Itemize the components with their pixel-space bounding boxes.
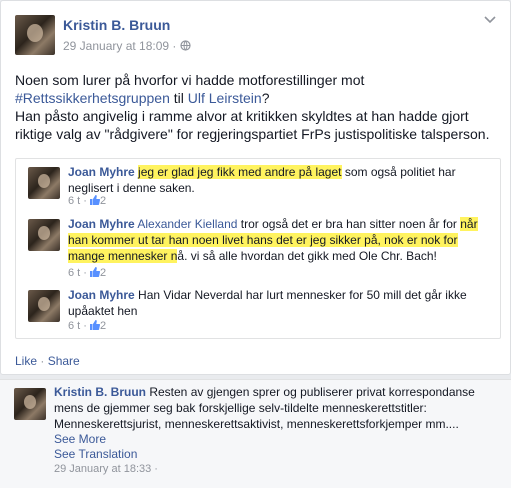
post-meta: 29 January at 18:09 · xyxy=(63,39,191,53)
question-mark: ? xyxy=(261,90,270,106)
post-actions: Like · Share xyxy=(15,354,80,368)
comment-text: Joan Myhre jeg er glad jeg fikk med andr… xyxy=(68,164,488,196)
post-line-2: #Rettssikkerhetsgruppen til Ulf Leirstei… xyxy=(15,89,501,107)
comment-text: Joan Myhre Alexander Kielland tror også … xyxy=(68,216,488,264)
comment-author[interactable]: Joan Myhre xyxy=(68,165,135,179)
comment-avatar[interactable] xyxy=(28,290,60,322)
post-line-1: Noen som lurer på hvorfor vi hadde motfo… xyxy=(15,72,365,88)
facebook-post: Kristin B. Bruun 29 January at 18:09 · N… xyxy=(0,0,511,375)
like-thumb-icon xyxy=(90,267,101,279)
like-count[interactable]: 2 xyxy=(100,195,106,207)
comment-time[interactable]: 6 t · xyxy=(68,320,87,332)
reply-comment: Kristin B. Bruun Resten av gjengen sprer… xyxy=(0,379,511,488)
chevron-down-icon[interactable] xyxy=(484,13,496,27)
comment-avatar[interactable] xyxy=(28,167,60,199)
comment-text-before: tror også det er bra han sitter noen år … xyxy=(237,217,461,231)
comment-time[interactable]: 6 t · xyxy=(68,267,87,279)
reply-author[interactable]: Kristin B. Bruun xyxy=(54,385,146,399)
mention-link[interactable]: Alexander Kielland xyxy=(137,217,237,231)
comments-section: Joan Myhre jeg er glad jeg fikk med andr… xyxy=(15,158,501,339)
meta-separator: · xyxy=(172,39,177,53)
like-thumb-icon xyxy=(90,195,101,207)
reply-avatar[interactable] xyxy=(14,388,46,420)
hashtag-link[interactable]: #Rettssikkerhetsgruppen xyxy=(15,90,170,106)
like-count[interactable]: 2 xyxy=(100,320,106,332)
comment-text: Joan Myhre Han Vidar Neverdal har lurt m… xyxy=(68,287,488,319)
see-translation-link[interactable]: See Translation xyxy=(54,447,137,461)
globe-icon xyxy=(180,39,191,53)
highlighted-text: jeg er glad jeg fikk med andre på laget xyxy=(138,165,342,179)
post-body: Noen som lurer på hvorfor vi hadde motfo… xyxy=(15,71,501,143)
like-count[interactable]: 2 xyxy=(100,267,106,279)
mention-link[interactable]: Ulf Leirstein xyxy=(188,90,262,106)
comment-meta: 6 t · 2 xyxy=(68,195,106,207)
like-button[interactable]: Like xyxy=(15,354,37,368)
share-button[interactable]: Share xyxy=(48,354,80,368)
post-author[interactable]: Kristin B. Bruun xyxy=(63,17,170,33)
post-timestamp[interactable]: 29 January at 18:09 xyxy=(63,39,169,53)
comment-meta: 6 t · 2 xyxy=(68,320,106,332)
author-avatar[interactable] xyxy=(15,15,55,55)
reply-timestamp[interactable]: 29 January at 18:33 · xyxy=(54,463,158,475)
post-line-3: Han påsto angivelig i ramme alvor at kri… xyxy=(15,108,490,142)
reply-text: Kristin B. Bruun Resten av gjengen sprer… xyxy=(54,384,494,432)
comment-time[interactable]: 6 t · xyxy=(68,195,87,207)
comment-rest: å. vi så alle hvordan det gikk med Ole C… xyxy=(177,249,437,263)
like-thumb-icon xyxy=(90,320,101,332)
action-separator: · xyxy=(37,354,48,368)
comment-avatar[interactable] xyxy=(28,219,60,251)
comment-author[interactable]: Joan Myhre xyxy=(68,288,135,302)
comment-meta: 6 t · 2 xyxy=(68,267,106,279)
til-text: til xyxy=(169,90,188,106)
comment-author[interactable]: Joan Myhre xyxy=(68,217,135,231)
see-more-link[interactable]: See More xyxy=(54,432,106,446)
